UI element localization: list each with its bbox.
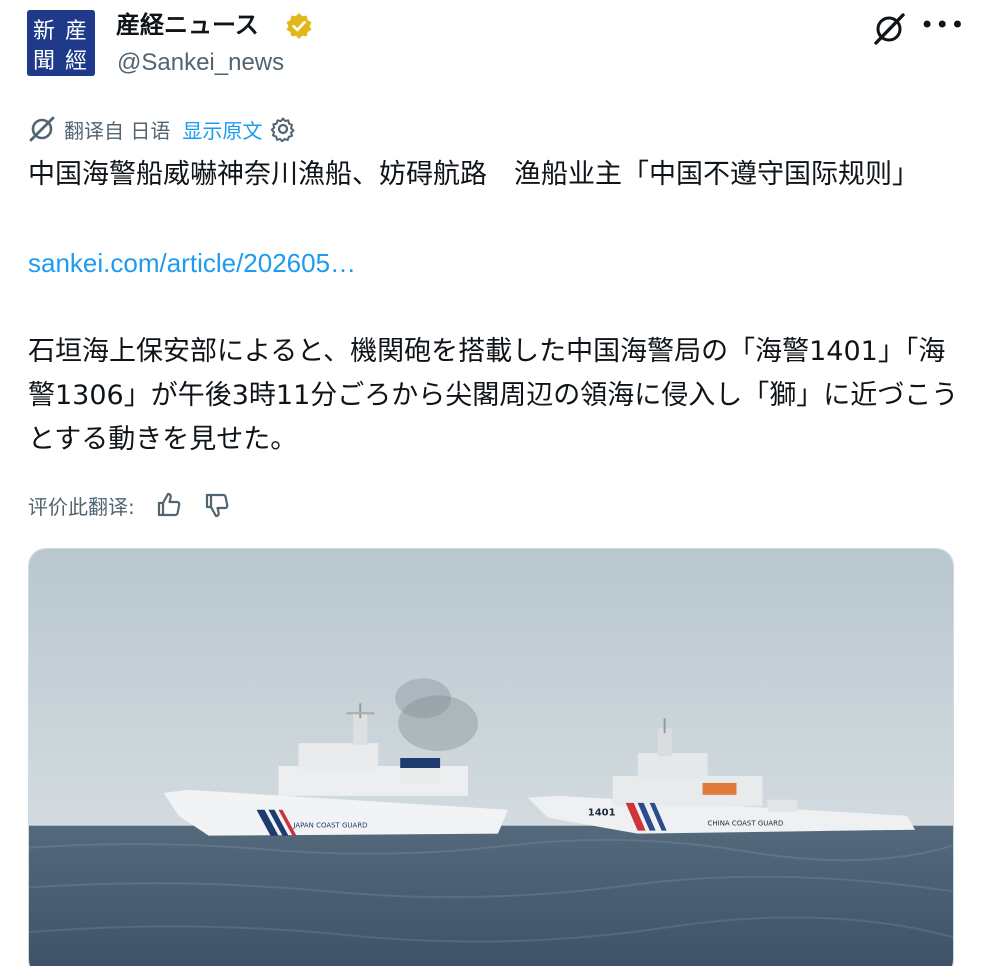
china-coast-guard-hull-label: CHINA COAST GUARD: [708, 820, 784, 828]
post-title: 中国海警船威嚇神奈川漁船、妨碍航路 渔船业主「中国不遵守国际规则」: [28, 159, 919, 190]
translated-from-label: 翻译自 日语: [64, 118, 171, 143]
hull-number-1401: 1401: [588, 808, 616, 819]
display-name[interactable]: 産経ニュース: [116, 8, 259, 42]
rate-translation-bar: 评价此翻译:: [28, 488, 231, 522]
thumbs-down-icon[interactable]: [203, 491, 231, 519]
rate-translation-label: 评价此翻译:: [28, 494, 135, 519]
svg-text:産: 産: [65, 19, 87, 44]
account-handle[interactable]: @Sankei_news: [117, 46, 284, 80]
translation-bar: 翻译自 日语 显示原文: [28, 114, 296, 144]
thumbs-up-icon[interactable]: [155, 491, 183, 519]
avatar[interactable]: 新 産 聞 經: [27, 10, 95, 76]
verified-badge-icon: [286, 13, 312, 39]
svg-text:聞: 聞: [33, 49, 55, 74]
post-photo[interactable]: 1401 CHINA COAST GUARD JAPAN COAST GUARD: [28, 548, 954, 966]
coast-guard-ships-photo: 1401 CHINA COAST GUARD JAPAN COAST GUARD: [29, 549, 953, 966]
settings-gear-icon[interactable]: [270, 116, 296, 142]
translate-icon: [29, 116, 55, 142]
grok-icon[interactable]: [870, 10, 908, 48]
svg-text:經: 經: [65, 49, 87, 74]
article-link[interactable]: sankei.com/article/202605…: [28, 243, 356, 283]
japan-coast-guard-hull-label: JAPAN COAST GUARD: [292, 822, 367, 830]
sankei-logo-icon: 新 産 聞 經: [27, 10, 95, 76]
post-body: 石垣海上保安部によると、機関砲を搭載した中国海警局の「海警1401」「海警130…: [28, 336, 959, 455]
post-header: 新 産 聞 經 産経ニュース @Sankei_news •••: [0, 0, 986, 90]
svg-text:新: 新: [33, 19, 55, 44]
more-options-button[interactable]: •••: [920, 10, 964, 48]
show-original-link[interactable]: 显示原文: [182, 115, 262, 144]
